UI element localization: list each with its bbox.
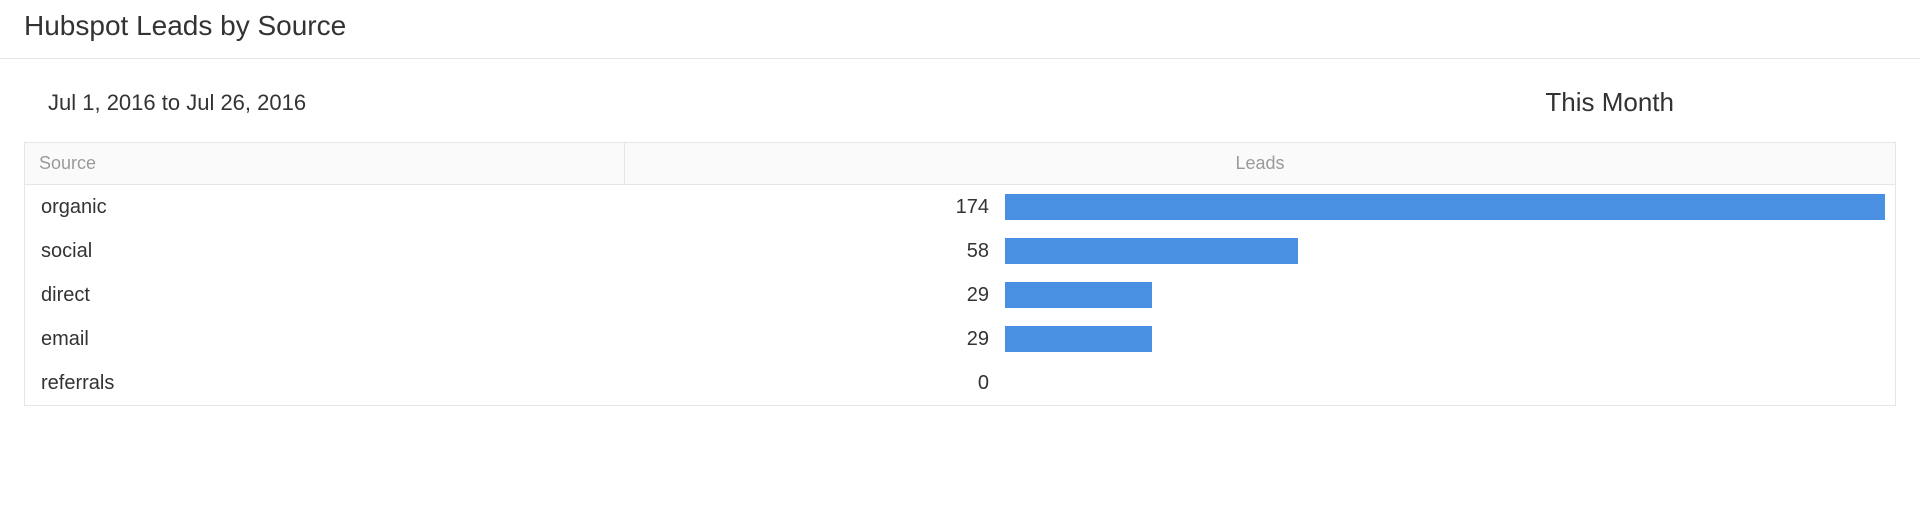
page-title: Hubspot Leads by Source [24, 10, 1896, 42]
leads-bar [1005, 326, 1152, 352]
leads-table: Source Leads organic174social58direct29e… [24, 142, 1896, 406]
column-header-leads: Leads [625, 143, 1895, 184]
source-cell: email [25, 328, 625, 351]
leads-bar-cell [1005, 194, 1895, 220]
leads-bar [1005, 238, 1298, 264]
leads-value-cell: 0 [625, 372, 1005, 395]
table-body: organic174social58direct29email29referra… [25, 185, 1895, 405]
source-cell: direct [25, 284, 625, 307]
table-header: Source Leads [25, 143, 1895, 185]
table-row: social58 [25, 229, 1895, 273]
meta-row: Jul 1, 2016 to Jul 26, 2016 This Month [0, 59, 1920, 142]
leads-value-cell: 174 [625, 196, 1005, 219]
title-bar: Hubspot Leads by Source [0, 0, 1920, 59]
leads-bar-cell [1005, 282, 1895, 308]
leads-value-cell: 29 [625, 284, 1005, 307]
table-row: referrals0 [25, 361, 1895, 405]
period-label: This Month [1545, 87, 1674, 118]
leads-bar-cell [1005, 238, 1895, 264]
leads-bar-cell [1005, 370, 1895, 396]
table-row: organic174 [25, 185, 1895, 229]
table-row: direct29 [25, 273, 1895, 317]
leads-value-cell: 29 [625, 328, 1005, 351]
column-header-source: Source [25, 143, 625, 184]
source-cell: organic [25, 196, 625, 219]
leads-bar [1005, 282, 1152, 308]
source-cell: social [25, 240, 625, 263]
leads-bar [1005, 194, 1885, 220]
leads-by-source-widget: Hubspot Leads by Source Jul 1, 2016 to J… [0, 0, 1920, 406]
table-row: email29 [25, 317, 1895, 361]
date-range-label: Jul 1, 2016 to Jul 26, 2016 [48, 90, 306, 116]
leads-value-cell: 58 [625, 240, 1005, 263]
leads-bar-cell [1005, 326, 1895, 352]
source-cell: referrals [25, 372, 625, 395]
